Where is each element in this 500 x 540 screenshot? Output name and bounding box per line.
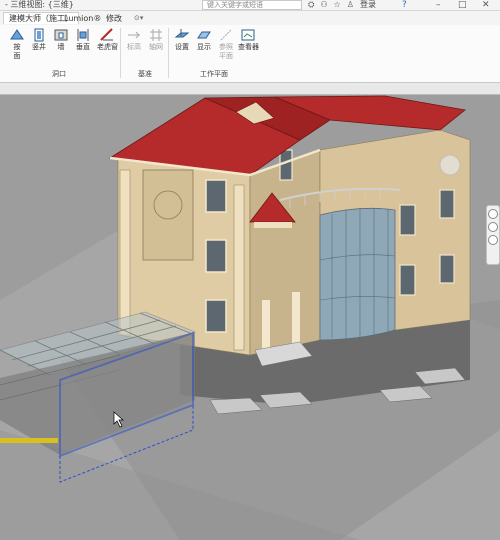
orbit-icon[interactable]: [488, 235, 498, 245]
minimize-icon[interactable]: –: [436, 0, 441, 10]
vertical-icon: [77, 29, 89, 41]
ribbon-tabs: 建模大师（施工） Lumion® 修改 ⊙▾: [0, 11, 500, 25]
ref-plane-icon: [220, 29, 232, 41]
3d-viewport[interactable]: [0, 95, 500, 540]
panel-openings: 洞口: [52, 70, 66, 78]
wall-opening-icon: [54, 29, 68, 41]
button-label: 参照 平面: [219, 43, 233, 60]
viewer-button[interactable]: 查看器: [238, 27, 259, 52]
grid-button[interactable]: 轴网: [146, 27, 166, 52]
opening-by-face-button[interactable]: 按 面: [7, 27, 27, 61]
ribbon-separator: [168, 28, 169, 78]
button-label: 垂直: [76, 43, 90, 51]
binoculars-icon[interactable]: ⛭: [308, 0, 314, 10]
search-input[interactable]: 键入关键字或短语: [202, 0, 302, 10]
button-label: 竖井: [32, 43, 46, 51]
viewport-header: [0, 83, 500, 95]
show-workplane-button[interactable]: 显示: [194, 27, 214, 52]
account-icon[interactable]: ♙: [347, 0, 354, 10]
button-label: 按 面: [13, 43, 21, 60]
ribbon-separator: [120, 28, 121, 78]
search-placeholder: 键入关键字或短语: [207, 1, 263, 9]
button-label: 标高: [127, 43, 141, 51]
vertical-opening-button[interactable]: 垂直: [73, 27, 93, 52]
dormer-opening-button[interactable]: 老虎窗: [97, 27, 118, 52]
shaft-icon: [34, 28, 44, 42]
title-icons: ⛭ ⚇ ☆ ♙: [308, 0, 354, 10]
viewer-icon: [241, 29, 255, 41]
show-plane-icon: [197, 31, 211, 39]
title-bar: - 三维视图: {三维} 键入关键字或短语 ⛭ ⚇ ☆ ♙ 登录 ? – □ ✕: [0, 0, 500, 11]
steering-wheel-icon[interactable]: [488, 209, 498, 219]
tab-dropdown-icon[interactable]: ⊙▾: [134, 13, 143, 24]
ribbon: 按 面 竖井 墙 垂直 老虎窗 标高 轴网 设置 显示 参照 平面 查看器 洞口…: [0, 25, 500, 83]
set-plane-icon: [174, 29, 190, 38]
close-icon[interactable]: ✕: [482, 0, 490, 10]
grid-icon: [150, 29, 162, 41]
maximize-icon[interactable]: □: [458, 0, 467, 10]
button-label: 墙: [57, 43, 65, 51]
button-label: 查看器: [238, 43, 259, 51]
login-button[interactable]: 登录: [360, 0, 376, 10]
model-view: [0, 95, 500, 540]
window-title: - 三维视图: {三维}: [5, 0, 74, 9]
shaft-button[interactable]: 竖井: [29, 27, 49, 52]
button-label: 显示: [197, 43, 211, 51]
ref-plane-button[interactable]: 参照 平面: [216, 27, 236, 61]
help-icon[interactable]: ?: [402, 0, 407, 10]
panel-workplane: 工作平面: [200, 70, 228, 78]
panel-datum: 基准: [138, 70, 152, 78]
wall-opening-button[interactable]: 墙: [51, 27, 71, 52]
star-icon[interactable]: ☆: [334, 0, 341, 10]
button-label: 老虎窗: [97, 43, 118, 51]
navigation-bar[interactable]: [486, 205, 500, 265]
button-label: 设置: [175, 43, 189, 51]
tab-lumion[interactable]: Lumion®: [64, 13, 101, 24]
set-workplane-button[interactable]: 设置: [172, 27, 192, 52]
level-icon: [128, 31, 140, 39]
level-button[interactable]: 标高: [124, 27, 144, 52]
by-face-icon: [10, 29, 24, 40]
user-icon[interactable]: ⚇: [320, 0, 327, 10]
zoom-icon[interactable]: [488, 222, 498, 232]
dormer-icon: [100, 28, 113, 41]
button-label: 轴网: [149, 43, 163, 51]
tab-modify[interactable]: 修改: [106, 13, 122, 24]
